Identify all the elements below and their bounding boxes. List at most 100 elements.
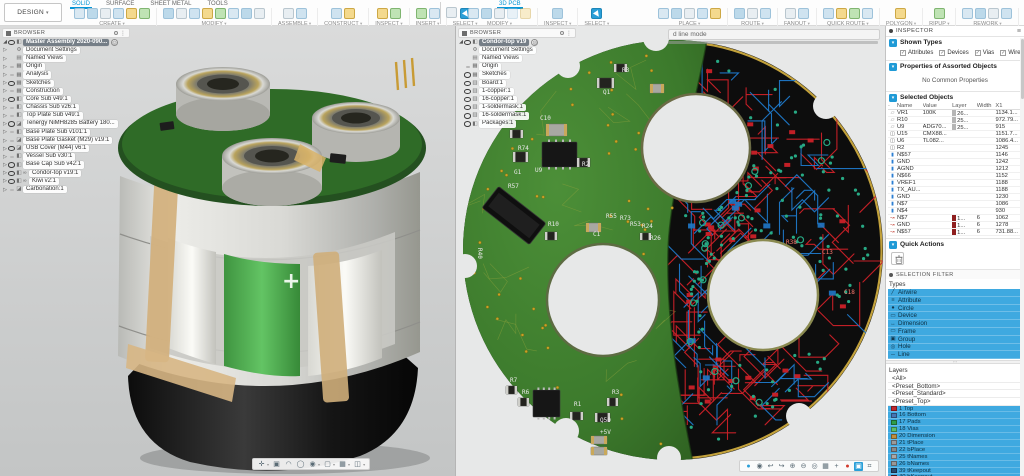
zoom-icon[interactable]: ◉ — [308, 460, 317, 469]
layers-icon[interactable]: ▣ — [854, 462, 863, 471]
dropdown-caret-icon[interactable]: ▾ — [363, 462, 365, 467]
rework-tool-icon[interactable] — [988, 8, 999, 19]
tree-item-kiwi-v2-1[interactable]: ▷◧∞Kiwi v2:1 — [2, 178, 130, 186]
tree-item-16-copper-1[interactable]: ▥16-copper:1 — [458, 96, 576, 104]
tree-item-carbonation-1[interactable]: ▷◪Carbonation:1 — [2, 186, 130, 194]
inspect-tool-icon[interactable] — [390, 8, 401, 19]
dropdown-caret-icon[interactable]: ▾ — [348, 462, 350, 467]
layer-25-tnames[interactable]: 25 tNames — [888, 454, 1020, 461]
column-header-layer[interactable]: Layer — [952, 103, 977, 109]
type-filter-dimension[interactable]: ↔Dimension — [888, 320, 1020, 328]
collapse-chevron-icon[interactable]: ▾ — [889, 63, 897, 71]
table-row[interactable]: ▮N$661152 — [888, 173, 1023, 180]
tree-item-16-soldermask-1[interactable]: ▥16-soldermask:1 — [458, 112, 576, 120]
place-tool-icon[interactable] — [671, 8, 682, 19]
place-tool-icon[interactable] — [684, 8, 695, 19]
browser-header[interactable]: BROWSER ⋮ — [2, 28, 130, 38]
table-row[interactable]: ▮TX_AU...1188 — [888, 187, 1023, 194]
construct-tool-icon[interactable] — [344, 8, 355, 19]
inspect-tool-icon[interactable] — [377, 8, 388, 19]
place-tool-icon[interactable] — [658, 8, 669, 19]
layer-preset[interactable]: <Preset_Standard> — [888, 390, 1020, 398]
select-tool-icon[interactable] — [591, 8, 602, 19]
visibility-eye-icon[interactable] — [8, 171, 15, 176]
visibility-eye-icon[interactable] — [8, 74, 15, 76]
modify-tool-icon[interactable] — [254, 8, 265, 19]
collapse-chevron-icon[interactable]: ▾ — [889, 94, 897, 102]
table-row[interactable]: ↝N$571...6731.88... — [888, 229, 1023, 236]
command-hint-bar[interactable]: d line mode — [668, 29, 880, 40]
modify-tool-icon[interactable] — [507, 8, 518, 19]
tree-item-document-settings[interactable]: ▷⚙Document Settings — [2, 47, 130, 55]
visibility-eye-icon[interactable] — [8, 40, 15, 45]
tree-item-board-1[interactable]: ▥Board:1 — [458, 79, 576, 87]
insert-tool-icon[interactable] — [416, 8, 427, 19]
visibility-eye-icon[interactable] — [464, 105, 471, 110]
tree-item-packages-1[interactable]: ◧Packages:1 — [458, 120, 576, 128]
column-header-value[interactable]: Value — [923, 103, 953, 109]
expand-arrow-icon[interactable]: ▷ — [2, 47, 8, 53]
construct-tool-icon[interactable] — [331, 8, 342, 19]
route-tool-icon[interactable] — [747, 8, 758, 19]
fanout-tool-icon[interactable] — [798, 8, 809, 19]
layer-22-bplace[interactable]: 22 bPlace — [888, 447, 1020, 454]
visibility-eye-icon[interactable] — [8, 66, 15, 68]
column-header-name[interactable]: Name — [897, 103, 923, 109]
tree-item-core-sub-v49-1[interactable]: ▷◧Core Sub v49:1 — [2, 96, 130, 104]
collapse-panel-icon[interactable] — [462, 31, 467, 36]
workspace-menu-button[interactable]: DESIGN — [4, 3, 62, 22]
type-filter-device[interactable]: ▭Device — [888, 312, 1020, 320]
pcb-viewport[interactable]: R3Q1C10R74U9R2G1R57R10C1R55R73R53R24R26R… — [455, 26, 885, 476]
tree-root-item[interactable]: ◢◧Condor-top v19◎ — [458, 38, 576, 46]
bounds-icon[interactable]: ⌗ — [865, 462, 874, 471]
inspect-tool-icon[interactable] — [552, 8, 563, 19]
rework-tool-icon[interactable] — [962, 8, 973, 19]
tree-root-item[interactable]: ◢◧Master Assembly 2020-090...◎ — [2, 38, 130, 46]
checkbox-icon[interactable]: ✓ — [1000, 50, 1006, 56]
modify-tool-icon[interactable] — [215, 8, 226, 19]
tree-item-sketches[interactable]: ▷▦Sketches — [2, 79, 130, 87]
hand-icon[interactable]: ◠ — [284, 460, 293, 469]
camera-icon[interactable]: ▣ — [272, 460, 281, 469]
modify-tool-icon[interactable] — [481, 8, 492, 19]
dropdown-caret-icon[interactable]: ▾ — [318, 462, 320, 467]
panel-options-icon[interactable] — [114, 31, 118, 35]
tree-item-top-plate-sub-v49-1[interactable]: ▷◧Top Plate Sub v49:1 — [2, 112, 130, 120]
column-header-icon[interactable]: · — [888, 103, 897, 109]
collapse-panel-icon[interactable] — [6, 31, 11, 36]
fanout-tool-icon[interactable] — [785, 8, 796, 19]
visibility-eye-icon[interactable] — [464, 40, 471, 45]
tree-item-named-views[interactable]: ▤Named Views — [458, 55, 576, 63]
visibility-eye-icon[interactable] — [8, 146, 15, 151]
visibility-eye-icon[interactable] — [8, 156, 15, 158]
visibility-eye-icon[interactable] — [464, 81, 471, 86]
place-tool-icon[interactable] — [697, 8, 708, 19]
table-row[interactable]: ▮N$71086 — [888, 201, 1023, 208]
quick-route-tool-icon[interactable] — [849, 8, 860, 19]
visibility-eye-icon[interactable] — [464, 89, 471, 94]
panel-options-icon[interactable] — [560, 31, 564, 35]
delete-button[interactable] — [891, 252, 904, 265]
layer-39-tkeepout[interactable]: 39 tKeepout — [888, 468, 1020, 475]
visibility-eye-icon[interactable] — [464, 97, 471, 102]
activate-component-icon[interactable]: ◎ — [111, 39, 118, 46]
zoom-out-icon[interactable]: ⊖ — [799, 462, 808, 471]
table-row[interactable]: ▮AGND1212 — [888, 166, 1023, 173]
layer-20-dimension[interactable]: 20 Dimension — [888, 433, 1020, 440]
record-icon[interactable]: ● — [843, 462, 852, 471]
modify-tool-icon[interactable] — [494, 8, 505, 19]
tree-item-base-plate-gasket-m29-v19-1[interactable]: ▷◪Base Plate Gasket (M29) v19:1 — [2, 137, 130, 145]
modify-tool-icon[interactable] — [241, 8, 252, 19]
grid-icon[interactable]: ▦ — [821, 462, 830, 471]
layer-21-tplace[interactable]: 21 tPlace — [888, 440, 1020, 447]
tree-item-1-copper-1[interactable]: ▥1-copper:1 — [458, 88, 576, 96]
rework-tool-icon[interactable] — [1001, 8, 1012, 19]
table-row[interactable]: ▮GND1242 — [888, 159, 1023, 166]
tree-item-tenergy-nimh8285-battery-180[interactable]: ▷◪Tenergy NiMH8285 Battery 180... — [2, 120, 130, 128]
tree-item-named-views[interactable]: ▷▤Named Views — [2, 55, 130, 63]
visibility-eye-icon[interactable] — [8, 179, 15, 184]
type-filter-airwire[interactable]: ╱Airwire — [888, 289, 1020, 297]
modify-tool-icon[interactable] — [202, 8, 213, 19]
create-tool-icon[interactable] — [139, 8, 150, 19]
browser-header[interactable]: BROWSER ⋮ — [458, 28, 576, 38]
